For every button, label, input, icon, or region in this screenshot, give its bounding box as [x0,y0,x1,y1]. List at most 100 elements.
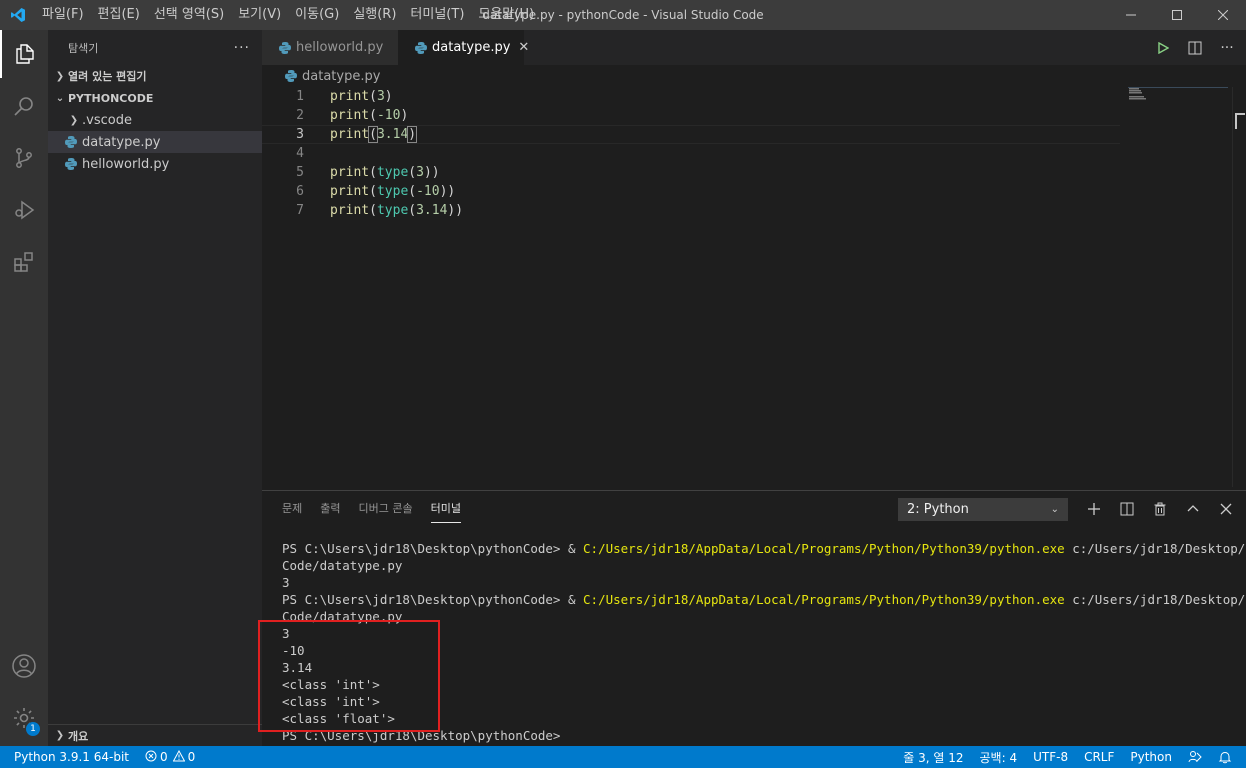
terminal-output[interactable]: PS C:\Users\jdr18\Desktop\pythonCode> & … [282,540,1246,744]
settings-gear-icon[interactable]: 1 [0,694,48,742]
new-terminal-icon[interactable] [1084,498,1104,520]
live-share-icon[interactable] [1180,746,1210,768]
indentation[interactable]: 공백: 4 [972,746,1026,768]
bracket-match: ( [368,126,378,143]
tree-item-label: .vscode [82,112,132,128]
outline-label: 개요 [68,729,89,743]
code-token: ( [369,165,377,180]
menu-view[interactable]: 보기(V) [231,0,288,30]
code-token: type [376,165,409,180]
maximize-panel-icon[interactable] [1183,498,1203,520]
split-editor-icon[interactable] [1186,39,1204,57]
more-actions-icon[interactable]: ··· [234,40,250,56]
explorer-icon[interactable] [0,30,48,78]
tab-debug-console[interactable]: 디버그 콘솔 [359,499,413,523]
explorer-sidebar: 탐색기 ··· ❯ 열려 있는 편집기 ⌄ PYTHONCODE ❯ .vsco… [48,30,262,746]
tab-problems[interactable]: 문제 [282,499,302,523]
line-number: 7 [296,203,304,218]
tree-item-datatype[interactable]: datatype.py [48,131,262,153]
terminal-line: PS C:\Users\jdr18\Desktop\pythonCode> & … [282,592,1246,607]
line-number: 1 [296,89,304,104]
search-icon[interactable] [0,82,48,130]
menu-help[interactable]: 도움말(H) [471,0,541,30]
terminal-output-line: <class 'int'> [282,694,380,709]
extensions-icon[interactable] [0,238,48,286]
menu-selection[interactable]: 선택 영역(S) [147,0,231,30]
encoding[interactable]: UTF-8 [1025,746,1076,768]
language-mode[interactable]: Python [1122,746,1180,768]
run-debug-icon[interactable] [0,186,48,234]
editor-tabs: helloworld.py datatype.py ✕ ··· [262,30,1246,65]
menu-run[interactable]: 실행(R) [346,0,403,30]
vscode-logo-icon [0,0,35,30]
split-terminal-icon[interactable] [1117,498,1137,520]
run-python-file-icon[interactable] [1154,39,1172,57]
open-editors-section[interactable]: ❯ 열려 있는 편집기 [48,65,262,87]
cursor-overview-marker [1235,113,1245,129]
outline-section[interactable]: ❯ 개요 [48,724,262,746]
problems-summary[interactable]: 0 0 [137,746,203,768]
cursor-position[interactable]: 줄 3, 열 12 [895,746,971,768]
editor-actions: ··· [1154,30,1236,65]
sidebar-title: 탐색기 [68,41,99,55]
code-token: print [330,203,370,218]
minimize-button[interactable] [1108,0,1154,30]
notifications-bell-icon[interactable] [1210,746,1240,768]
tree-item-helloworld[interactable]: helloworld.py [48,153,262,175]
open-editors-label: 열려 있는 편집기 [68,70,147,83]
chevron-right-icon: ❯ [55,730,65,741]
title-bar: 파일(F) 편집(E) 선택 영역(S) 보기(V) 이동(G) 실행(R) 터… [0,0,1246,30]
status-bar: Python 3.9.1 64-bit 0 0 줄 3, 열 12 공백: 4 … [0,746,1246,768]
tab-datatype[interactable]: datatype.py ✕ [398,30,529,65]
code-line: 1 print(3) [262,87,1120,106]
breadcrumb-file[interactable]: datatype.py [302,69,380,84]
python-file-icon [414,41,428,55]
breadcrumb[interactable]: datatype.py [262,65,1246,87]
code-token: ( [369,203,377,218]
end-of-line[interactable]: CRLF [1076,746,1122,768]
sidebar-header: 탐색기 ··· [48,30,262,65]
code-line: 5 print(type(3)) [262,163,1120,182]
menu-file[interactable]: 파일(F) [35,0,91,30]
editor-scrollbar[interactable] [1232,87,1246,487]
menu-edit[interactable]: 편집(E) [91,0,147,30]
line-number: 4 [296,146,304,161]
code-line-current: 3 print(3.14) [262,125,1120,144]
code-token: type [376,203,409,218]
terminal-prompt: PS C:\Users\jdr18\Desktop\pythonCode> [282,728,561,743]
minimap[interactable] [1128,87,1228,100]
tree-item-vscode[interactable]: ❯ .vscode [48,109,262,131]
panel-tabs: 문제 출력 디버그 콘솔 터미널 [282,499,461,523]
account-icon[interactable] [0,642,48,690]
tree-item-label: helloworld.py [82,156,170,172]
python-file-icon [64,135,78,149]
folder-section-pythoncode[interactable]: ⌄ PYTHONCODE [48,87,262,109]
menu-go[interactable]: 이동(G) [288,0,346,30]
tab-output[interactable]: 출력 [320,499,340,523]
more-actions-icon[interactable]: ··· [1218,39,1236,57]
maximize-button[interactable] [1154,0,1200,30]
source-control-icon[interactable] [0,134,48,182]
code-line: 4 [262,144,1120,163]
code-token: print [330,127,370,142]
menu-terminal[interactable]: 터미널(T) [403,0,471,30]
code-token: ( [369,89,377,104]
folder-label: PYTHONCODE [68,91,154,105]
terminal-select-dropdown[interactable]: 2: Python ⌄ [898,498,1068,521]
close-panel-icon[interactable] [1216,498,1236,520]
python-interpreter[interactable]: Python 3.9.1 64-bit [0,746,137,768]
outline-header[interactable]: ❯ 개요 [48,725,262,746]
code-token: type [376,184,409,199]
line-number: 2 [296,108,304,123]
code-token: ) [447,184,456,199]
terminal-line: PS C:\Users\jdr18\Desktop\pythonCode> & … [282,541,1246,556]
close-window-button[interactable] [1200,0,1246,30]
panel-actions [1084,498,1236,520]
tab-helloworld[interactable]: helloworld.py [262,30,398,65]
tab-terminal[interactable]: 터미널 [430,499,461,523]
close-tab-icon[interactable]: ✕ [518,40,529,55]
trash-icon[interactable] [1150,498,1170,520]
code-editor[interactable]: 1 print(3) 2 print(-10) 3 print(3.14) 4 … [262,87,1120,487]
tab-label: datatype.py [432,40,511,55]
error-count: 0 [160,750,168,764]
